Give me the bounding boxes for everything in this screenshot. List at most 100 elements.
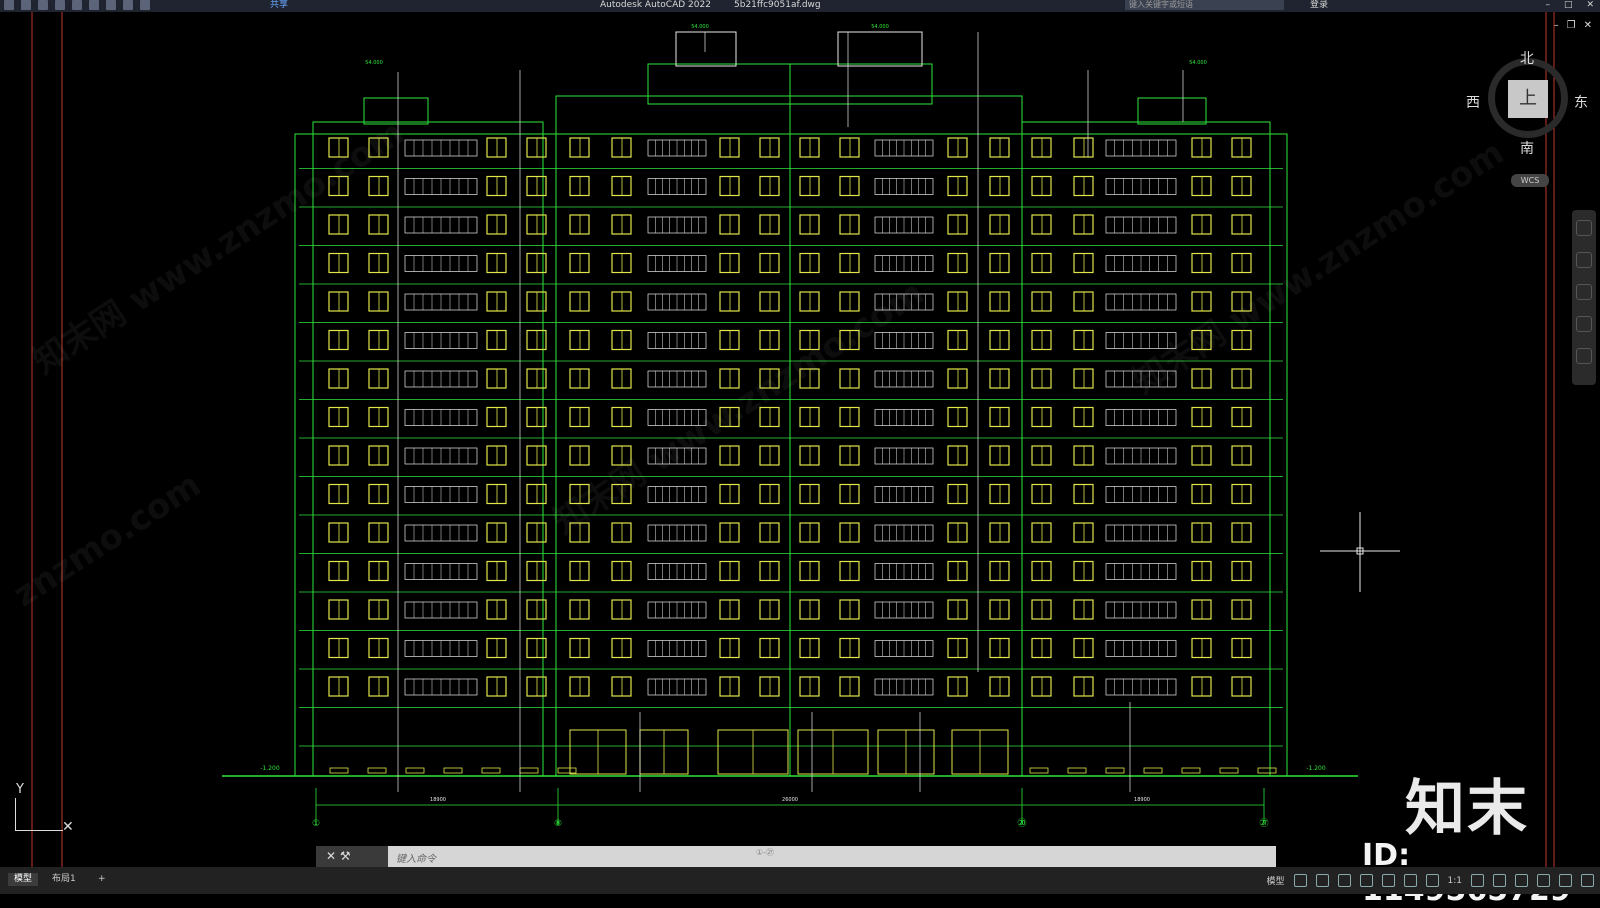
top-stair-box — [837, 31, 923, 67]
save-icon[interactable] — [38, 0, 48, 10]
brand-logo: 知末 — [1405, 774, 1529, 844]
viewcube[interactable]: 上 北 南 西 东 — [1466, 48, 1588, 157]
clean-screen-icon[interactable] — [1559, 874, 1572, 887]
ortho-icon[interactable] — [1337, 874, 1351, 887]
new-file-icon[interactable] — [4, 0, 14, 10]
window — [368, 329, 389, 351]
compass-north[interactable]: 北 — [1520, 48, 1534, 68]
window — [839, 560, 860, 582]
minimize-icon[interactable]: – — [1545, 0, 1550, 10]
isodraft-icon[interactable] — [1381, 874, 1395, 887]
window — [1191, 560, 1212, 582]
window — [569, 175, 590, 197]
tab-model[interactable]: 模型 — [8, 873, 39, 886]
window — [989, 175, 1010, 197]
steering-wheel-icon[interactable] — [1576, 220, 1592, 236]
window — [719, 637, 740, 659]
window — [759, 137, 780, 158]
isolate-objects-icon[interactable] — [1515, 874, 1528, 887]
window — [799, 560, 820, 582]
open-file-icon[interactable] — [21, 0, 31, 10]
add-layout-button[interactable]: + — [92, 873, 112, 886]
search-input[interactable]: 键入关键字或短语 — [1125, 0, 1284, 10]
ucs-x-axis — [15, 830, 63, 831]
app-title: Autodesk AutoCAD 2022 — [600, 0, 711, 10]
workspace-gear-icon[interactable] — [1471, 874, 1484, 887]
window — [947, 599, 968, 620]
ucs-y-label: Y — [16, 782, 24, 797]
grid-icon[interactable] — [1293, 874, 1307, 887]
annotation-monitor-icon[interactable] — [1493, 874, 1506, 887]
orbit-icon[interactable] — [1576, 316, 1592, 332]
save-as-icon[interactable] — [55, 0, 65, 10]
window — [368, 599, 389, 620]
window — [1231, 175, 1252, 197]
window — [1073, 483, 1094, 505]
basement-vent — [1105, 767, 1125, 774]
window — [1191, 406, 1212, 428]
window — [839, 483, 860, 505]
window — [1191, 637, 1212, 659]
maximize-icon[interactable]: □ — [1564, 0, 1573, 10]
redo-icon[interactable] — [140, 0, 150, 10]
window — [1031, 252, 1052, 274]
window — [486, 599, 507, 620]
window — [719, 214, 740, 235]
annotation-scale[interactable]: 1:1 — [1448, 876, 1462, 886]
polar-icon[interactable] — [1359, 874, 1373, 887]
window — [839, 214, 860, 235]
window — [368, 252, 389, 274]
window — [569, 637, 590, 659]
basement-vent — [329, 767, 349, 774]
osnap-icon[interactable] — [1403, 874, 1417, 887]
window — [486, 291, 507, 312]
window — [989, 329, 1010, 351]
compass-east[interactable]: 东 — [1574, 92, 1588, 112]
drawing-canvas[interactable]: -1.200 -1.200 54.000 54.000 54.000 54.000 1890… — [0, 12, 1600, 867]
plot-icon[interactable] — [89, 0, 99, 10]
login-button[interactable]: 登录 — [1310, 0, 1328, 10]
hardware-acceleration-icon[interactable] — [1537, 874, 1550, 887]
annotation-visibility-icon[interactable] — [1425, 874, 1439, 887]
window — [839, 368, 860, 389]
window — [1031, 214, 1052, 235]
top-stair-box — [675, 31, 737, 67]
print-icon[interactable] — [106, 0, 116, 10]
window — [1073, 368, 1094, 389]
tab-layout1[interactable]: 布局1 — [46, 873, 82, 886]
window — [1031, 522, 1052, 543]
right-roof-box — [1137, 97, 1207, 125]
close-icon[interactable]: ✕ — [1586, 0, 1594, 10]
window — [569, 252, 590, 274]
window — [1073, 406, 1094, 428]
customize-menu-icon[interactable] — [1581, 874, 1594, 887]
window — [947, 522, 968, 543]
share-button[interactable]: 共享 — [270, 0, 288, 10]
ucs-y-axis — [15, 798, 16, 830]
model-space-button[interactable]: 模型 — [1267, 874, 1285, 887]
window — [611, 368, 632, 389]
window — [759, 483, 780, 505]
viewcube-top-face[interactable]: 上 — [1508, 80, 1548, 118]
window — [1073, 637, 1094, 659]
zoom-icon[interactable] — [1576, 284, 1592, 300]
compass-west[interactable]: 西 — [1466, 92, 1480, 112]
showmotion-icon[interactable] — [1576, 348, 1592, 364]
window — [328, 522, 349, 543]
window — [719, 291, 740, 312]
pan-icon[interactable] — [1576, 252, 1592, 268]
compass-south[interactable]: 南 — [1520, 138, 1534, 158]
undo-icon[interactable] — [123, 0, 133, 10]
snap-icon[interactable] — [1315, 874, 1329, 887]
window — [989, 291, 1010, 312]
command-input[interactable]: 键入命令 — [396, 850, 436, 865]
window — [989, 445, 1010, 466]
window — [839, 445, 860, 466]
window — [1231, 637, 1252, 659]
publish-icon[interactable] — [72, 0, 82, 10]
window — [839, 252, 860, 274]
axis-label: ⑳ — [1017, 818, 1026, 829]
window — [611, 214, 632, 235]
wcs-menu[interactable]: WCS — [1511, 174, 1549, 187]
command-close-icon[interactable]: ✕ ⚒ — [326, 849, 351, 863]
